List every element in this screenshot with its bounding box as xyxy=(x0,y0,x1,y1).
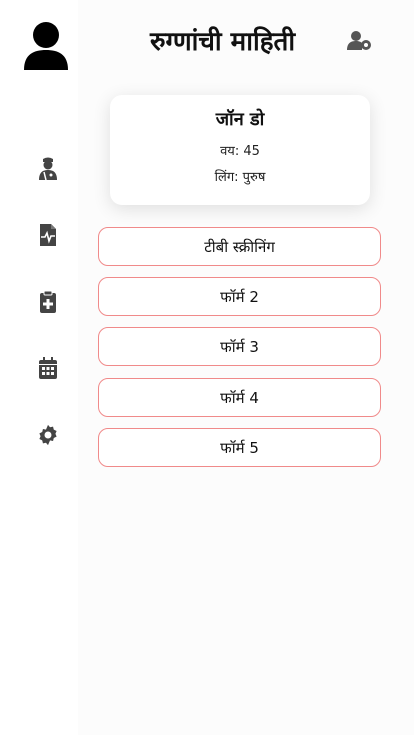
patient-gender: लिंग: पुरुष xyxy=(214,170,266,185)
medical-report-icon[interactable] xyxy=(36,222,60,248)
patient-name: जॉन डो xyxy=(215,109,265,130)
clipboard-medical-icon[interactable] xyxy=(36,289,60,315)
patient-card: जॉन डो वय: 45 लिंग: पुरुष xyxy=(110,95,370,205)
form-button-3[interactable]: फॉर्म 3 xyxy=(98,327,381,366)
age-value: 45 xyxy=(243,144,260,159)
user-settings-icon[interactable] xyxy=(347,30,373,52)
gender-label: लिंग xyxy=(214,170,235,185)
age-label: वय xyxy=(220,144,235,159)
page-title: रुग्णांची माहिती xyxy=(150,27,296,57)
gear-icon[interactable] xyxy=(36,422,60,448)
avatar-icon[interactable] xyxy=(22,20,70,72)
gender-value: पुरुष xyxy=(242,170,266,185)
doctor-icon[interactable] xyxy=(36,155,60,181)
form-button-5[interactable]: फॉर्म 5 xyxy=(98,428,381,467)
form-button-tb-screening[interactable]: टीबी स्क्रीनिंग xyxy=(98,227,381,266)
form-button-2[interactable]: फॉर्म 2 xyxy=(98,277,381,316)
patient-age: वय: 45 xyxy=(220,144,260,159)
calendar-icon[interactable] xyxy=(36,355,60,381)
form-button-4[interactable]: फॉर्म 4 xyxy=(98,378,381,417)
